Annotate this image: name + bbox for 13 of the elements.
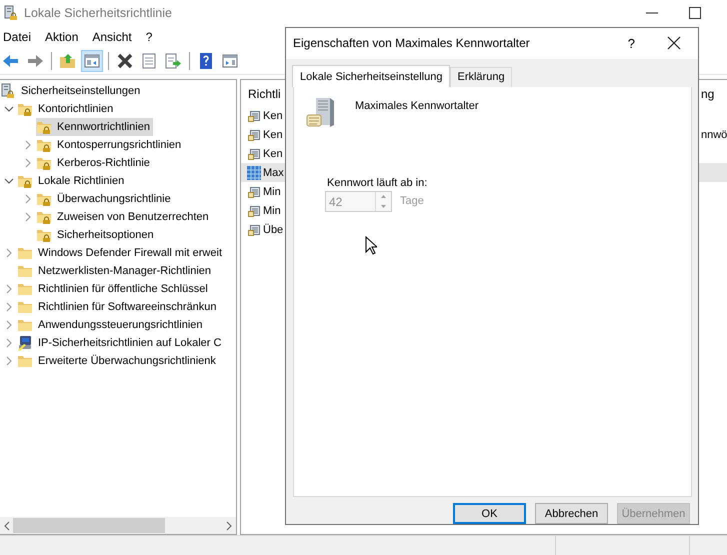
list-cell: Ken (263, 148, 283, 160)
field-label: Kennwort läuft ab in: (327, 176, 428, 189)
list-cell: Ken (263, 128, 283, 140)
window-title: Lokale Sicherheitsrichtlinie (24, 6, 172, 20)
list-cell: nnwö (701, 128, 727, 140)
policy-name: Maximales Kennwortalter (355, 98, 478, 112)
dialog-title: Eigenschaften von Maximales Kennwortalter (293, 36, 530, 50)
list-cell: Ken (263, 110, 283, 122)
list-cell: Min (263, 186, 281, 198)
unit-label: Tage (400, 195, 424, 208)
list-cell: Min (263, 204, 281, 216)
list-cell: Max (263, 166, 284, 178)
list-cell: Übe (263, 224, 284, 236)
